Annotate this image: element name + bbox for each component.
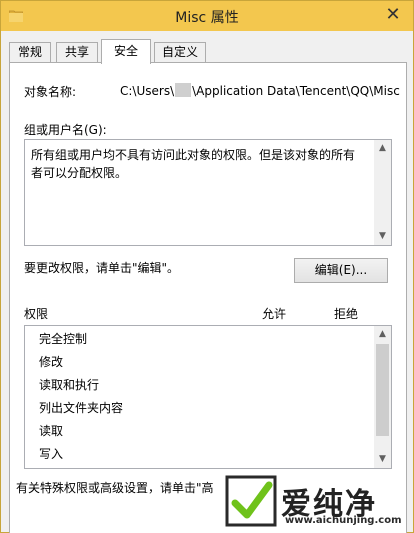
permission-row: 列出文件夹内容 [39,401,124,415]
properties-window: Misc 属性 ✕ 常规 共享 安全 自定义 对象名称: C:\Users\ \A… [0,0,414,533]
permission-row: 读取 [39,424,64,438]
close-icon[interactable]: ✕ [383,6,403,24]
scroll-down-icon[interactable]: ▼ [374,451,391,468]
allow-header: 允许 [262,307,287,321]
edit-button[interactable]: 编辑(E)... [294,258,388,283]
group-list-scrollbar[interactable]: ▲ ▼ [374,140,391,245]
object-name-label: 对象名称: [24,85,77,99]
permissions-scrollbar[interactable]: ▲ ▼ [374,326,391,468]
watermark: 爱纯净 www.aichunjing.com [219,473,409,531]
permission-row: 修改 [39,355,64,369]
change-permission-text: 要更改权限，请单击"编辑"。 [24,261,180,275]
advanced-settings-text: 有关特殊权限或高级设置，请单击"高 [16,481,214,495]
tab-general[interactable]: 常规 [9,42,51,63]
permissions-list[interactable]: 完全控制 修改 读取和执行 列出文件夹内容 读取 写入 ▲ ▼ [24,325,392,469]
scroll-thumb[interactable] [376,344,389,436]
tab-security[interactable]: 安全 [101,39,151,64]
group-message: 所有组或用户均不具有访问此对象的权限。但是该对象的所有者可以分配权限。 [31,148,356,180]
group-user-label: 组或用户名(G): [24,123,107,137]
permissions-header: 权限 [24,307,49,321]
watermark-url: www.aichunjing.com [285,515,402,526]
object-path: C:\Users\ \Application Data\Tencent\QQ\Mi… [120,83,400,98]
scroll-up-icon[interactable]: ▲ [374,140,391,157]
scroll-up-icon[interactable]: ▲ [374,326,391,343]
scroll-down-icon[interactable]: ▼ [374,228,391,245]
security-panel: 对象名称: C:\Users\ \Application Data\Tencent… [9,62,407,533]
window-title: Misc 属性 [175,10,239,26]
object-path-suffix: \Application Data\Tencent\QQ\Misc [192,84,400,98]
object-path-prefix: C:\Users\ [120,84,175,98]
deny-header: 拒绝 [334,307,359,321]
tab-customize[interactable]: 自定义 [154,42,206,63]
permission-row: 写入 [39,447,64,461]
permission-row: 读取和执行 [39,378,100,392]
permission-row: 完全控制 [39,332,88,346]
tab-sharing[interactable]: 共享 [56,42,98,63]
title-bar[interactable]: Misc 属性 ✕ [1,1,413,31]
group-user-list[interactable]: 所有组或用户均不具有访问此对象的权限。但是该对象的所有者可以分配权限。 ▲ ▼ [24,139,392,246]
watermark-logo-icon [225,475,277,527]
redacted-username [175,83,192,97]
